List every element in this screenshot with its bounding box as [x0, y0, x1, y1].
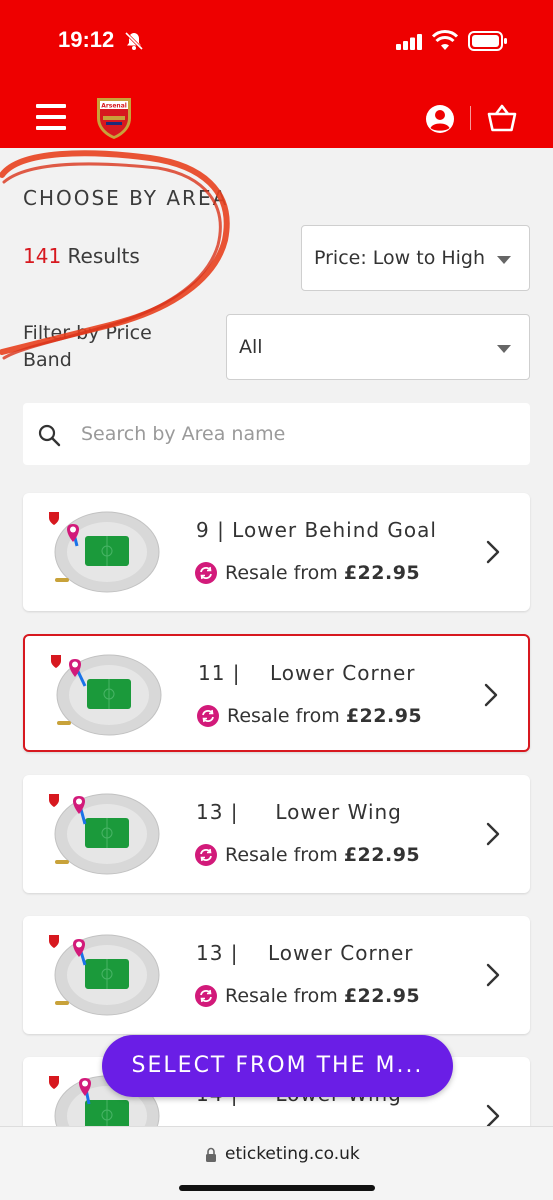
- resale-label: Resale from: [225, 844, 338, 866]
- area-title: 9 | Lower Behind Goal: [196, 518, 437, 542]
- status-time: 19:12: [58, 27, 115, 52]
- account-icon[interactable]: [424, 103, 456, 135]
- price-band-label: Filter by Price Band: [23, 322, 152, 371]
- results-count: 141 Results: [23, 244, 140, 268]
- sort-value: Price: Low to High: [314, 247, 486, 269]
- area-title: 13 | Lower Wing: [196, 800, 402, 824]
- area-card[interactable]: 13 | Lower Wing Resale from £22.95: [23, 775, 530, 893]
- app-header: 19:12 Arsenal: [0, 0, 553, 148]
- header-divider: [470, 106, 471, 130]
- lock-icon: [206, 1147, 216, 1162]
- stadium-map-thumbnail: [51, 654, 162, 736]
- resale-icon: [197, 705, 219, 727]
- resale-price-row: Resale from £22.95: [195, 844, 420, 866]
- resale-price-row: Resale from £22.95: [195, 562, 420, 584]
- stadium-map-thumbnail: [49, 793, 160, 875]
- area-card[interactable]: 11 | Lower Corner Resale from £22.95: [23, 634, 530, 752]
- resale-price: £22.95: [343, 562, 421, 584]
- search-input[interactable]: [81, 417, 511, 451]
- home-indicator: [179, 1185, 375, 1191]
- search-icon: [38, 424, 61, 447]
- area-card[interactable]: 13 | Lower Corner Resale from £22.95: [23, 916, 530, 1034]
- chevron-right-icon: [486, 822, 500, 846]
- basket-icon[interactable]: [486, 103, 518, 133]
- chevron-right-icon: [484, 683, 498, 707]
- battery-icon: [468, 31, 507, 51]
- chevron-right-icon: [486, 540, 500, 564]
- url-text: eticketing.co.uk: [225, 1144, 360, 1164]
- browser-url-bar[interactable]: eticketing.co.uk: [0, 1126, 553, 1200]
- area-title: 11 | Lower Corner: [198, 661, 416, 685]
- resale-icon: [195, 985, 217, 1007]
- select-from-map-button[interactable]: SELECT FROM THE M...: [102, 1035, 453, 1097]
- resale-price-row: Resale from £22.95: [197, 705, 422, 727]
- sort-select[interactable]: Price: Low to High: [301, 225, 530, 291]
- resale-icon: [195, 844, 217, 866]
- chevron-right-icon: [486, 963, 500, 987]
- arsenal-crest-logo[interactable]: Arsenal: [94, 96, 134, 140]
- area-card[interactable]: 9 | Lower Behind Goal Resale from £22.95: [23, 493, 530, 611]
- stadium-map-thumbnail: [49, 511, 160, 593]
- chevron-down-icon: [497, 345, 511, 353]
- chevron-down-icon: [497, 256, 511, 264]
- price-band-select[interactable]: All: [226, 314, 530, 380]
- bell-muted-icon: [124, 31, 144, 51]
- wifi-icon: [432, 30, 458, 50]
- area-title: 13 | Lower Corner: [196, 941, 414, 965]
- area-search[interactable]: [23, 403, 530, 465]
- resale-price-row: Resale from £22.95: [195, 985, 420, 1007]
- svg-text:Arsenal: Arsenal: [101, 103, 127, 110]
- resale-icon: [195, 562, 217, 584]
- cellular-signal-icon: [396, 34, 422, 50]
- results-label: Results: [67, 244, 140, 268]
- stadium-map-thumbnail: [49, 934, 160, 1016]
- resale-label: Resale from: [225, 562, 338, 584]
- resale-price: £22.95: [343, 844, 421, 866]
- resale-label: Resale from: [227, 705, 340, 727]
- resale-price: £22.95: [345, 705, 423, 727]
- resale-label: Resale from: [225, 985, 338, 1007]
- results-number: 141: [23, 244, 62, 268]
- resale-price: £22.95: [343, 985, 421, 1007]
- menu-icon[interactable]: [36, 104, 66, 130]
- chevron-right-icon: [486, 1104, 500, 1128]
- choose-by-area-heading: CHOOSE BY AREA: [23, 186, 229, 210]
- price-band-value: All: [239, 336, 263, 358]
